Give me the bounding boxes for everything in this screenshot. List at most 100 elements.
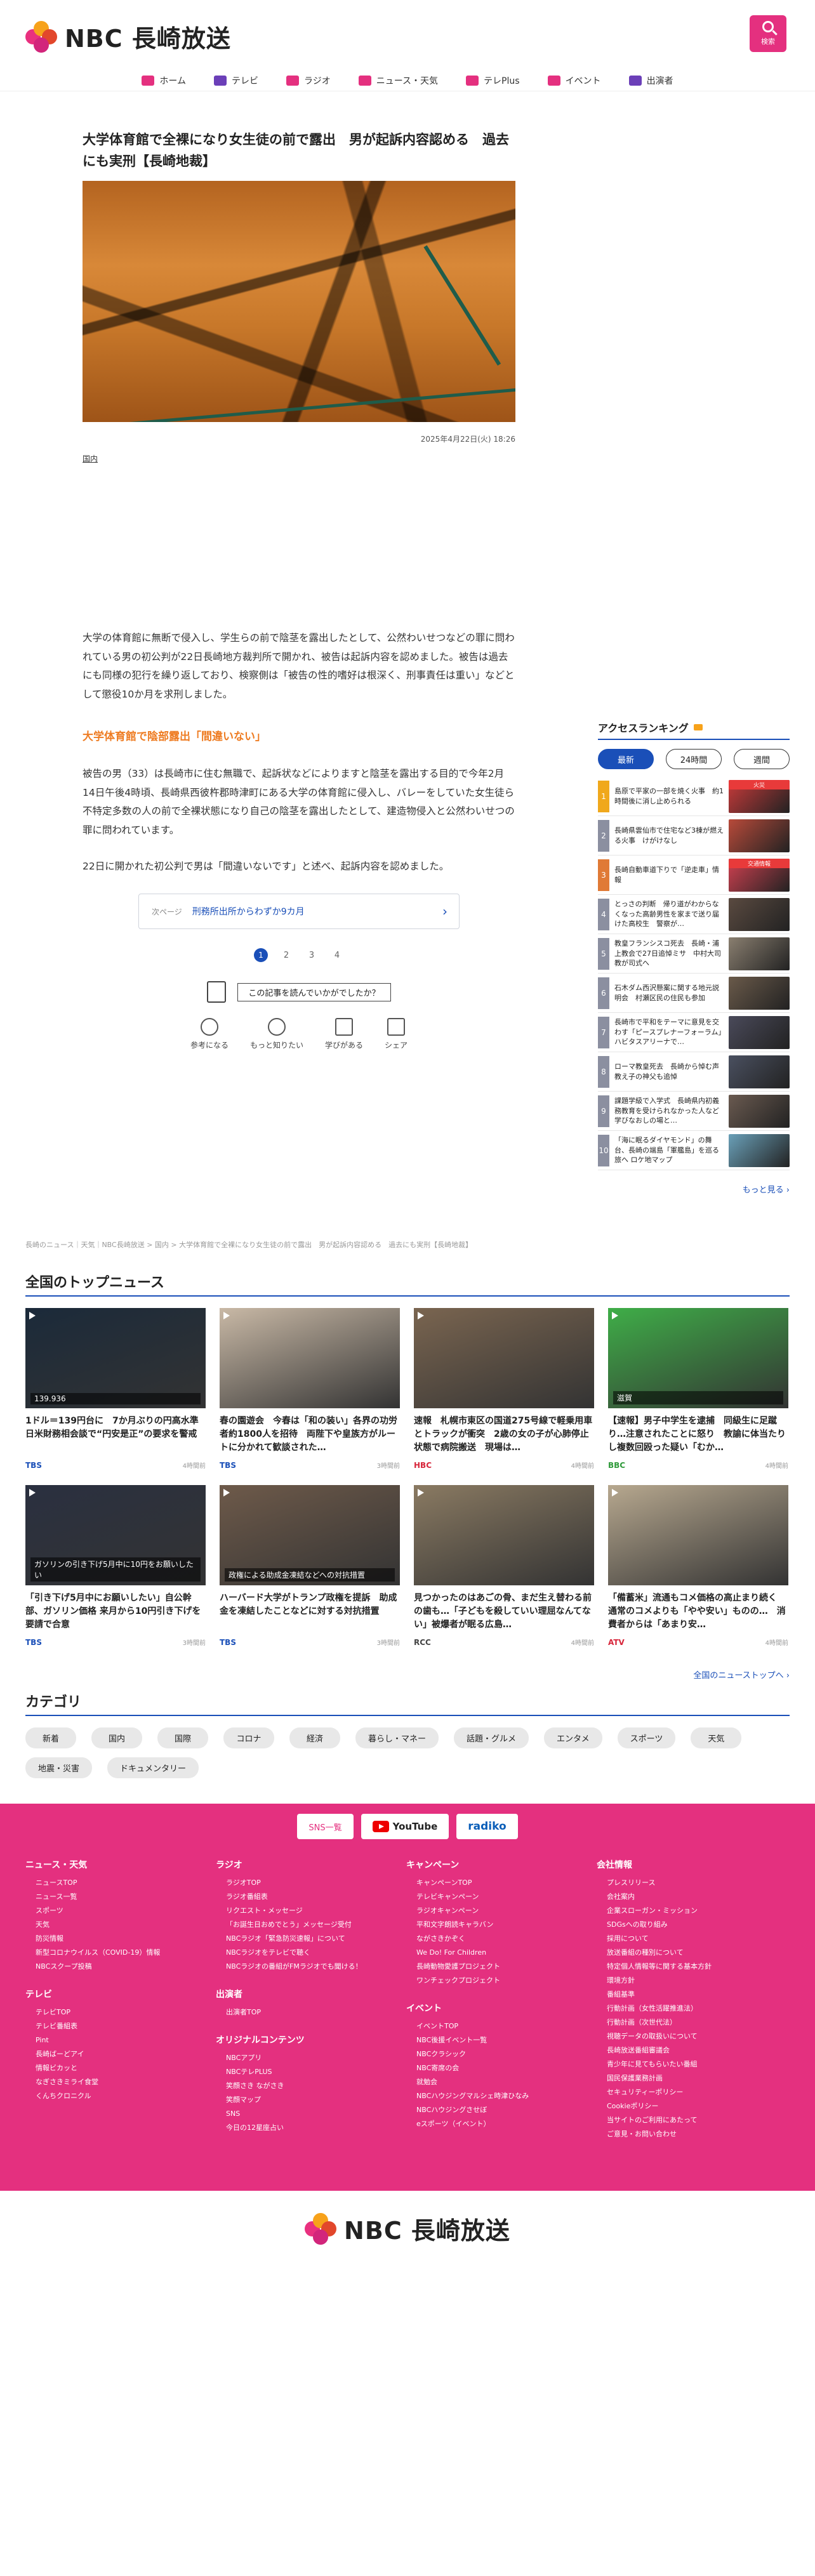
nav-item-4[interactable]: テレPlus [452,70,534,91]
footer-link[interactable]: ニュースTOP [25,1876,216,1890]
footer-link[interactable]: 行動計画（次世代法） [597,2016,787,2030]
footer-link[interactable]: 情報ビカッと [25,2061,216,2075]
footer-link[interactable]: 環境方針 [597,1974,787,1988]
page-link[interactable]: 1 [254,948,268,963]
footer-link[interactable]: NBCスクープ投稿 [25,1960,216,1974]
nav-item-1[interactable]: テレビ [200,70,272,91]
footer-link[interactable]: Cookieポリシー [597,2099,787,2113]
footer-link[interactable]: 笑顔さき ながさき [216,2079,406,2093]
footer-link[interactable]: 出演者TOP [216,2005,406,2019]
footer-link[interactable]: ラジオ番組表 [216,1890,406,1904]
category-chip[interactable]: コロナ [223,1727,274,1748]
footer-group-title[interactable]: ラジオ [216,1858,406,1871]
footer-link[interactable]: 国民保護業務計画 [597,2071,787,2085]
ranking-tab[interactable]: 24時間 [666,749,722,769]
nav-item-5[interactable]: イベント [534,70,615,91]
nav-item-6[interactable]: 出演者 [615,70,687,91]
footer-link[interactable]: 「お誕生日おめでとう」メッセージ受付 [216,1918,406,1932]
news-card[interactable]: ガソリンの引き下げ5月中に10円をお願いしたい 「引き下げ5月中にお願いしたい」自… [25,1485,206,1647]
footer-link[interactable]: 就勉会 [406,2075,597,2089]
footer-link[interactable]: テレビ番組表 [25,2019,216,2033]
youtube-button[interactable]: YouTube [361,1814,449,1839]
footer-link[interactable]: NBCクラシック [406,2047,597,2061]
ranking-item[interactable]: 4 とっさの判断 帰り道がわからなくなった高齢男性を家まで送り届けた高校生 警察が… [598,895,790,934]
category-chip[interactable]: 経済 [289,1727,340,1748]
footer-link[interactable]: 長崎放送番組審議会 [597,2044,787,2057]
all-news-link[interactable]: 全国のニューストップへ › [25,1668,790,1681]
footer-link[interactable]: NBCハウジングマルシェ時津ひなみ [406,2089,597,2103]
footer-link[interactable]: 青少年に見てもらいたい番組 [597,2057,787,2071]
ranking-item[interactable]: 6 石木ダム西沢懸案に関する地元説明会 村瀬区民の住民も参加 [598,974,790,1013]
footer-link[interactable]: スポーツ [25,1904,216,1918]
footer-group-title[interactable]: オリジナルコンテンツ [216,2033,406,2046]
page-link[interactable]: 2 [279,951,293,960]
radiko-button[interactable]: radiko [456,1814,518,1839]
footer-link[interactable]: NBCアプリ [216,2051,406,2065]
news-card[interactable]: 春の園遊会 今春は「和の装い」各界の功労者約1800人を招待 両陛下や皇族方がル… [220,1308,400,1470]
ranking-item[interactable]: 1 島原で平家の一部を焼く火事 約1時間後に消し止められる 火災 [598,777,790,816]
footer-group-title[interactable]: テレビ [25,1988,216,2000]
site-logo[interactable]: NBC 長崎放送 [25,19,231,54]
footer-link[interactable]: イベントTOP [406,2019,597,2033]
reaction-button[interactable]: もっと知りたい [250,1018,303,1050]
category-chip[interactable]: 暮らし・マネー [355,1727,439,1748]
news-card[interactable]: 「備蓄米」流通もコメ価格の高止まり続く 通常のコメよりも「やや安い」ものの… 消… [608,1485,788,1647]
ranking-tab[interactable]: 週間 [734,749,790,769]
footer-link[interactable]: 当サイトのご利用にあたって [597,2113,787,2127]
footer-link[interactable]: NBCラジオの番組がFMラジオでも聞ける！ [216,1960,406,1974]
article-genre-link[interactable]: 国内 [83,453,515,464]
footer-link[interactable]: NBCラジオ「緊急防災速報」について [216,1932,406,1946]
footer-group-title[interactable]: キャンペーン [406,1858,597,1871]
nav-item-3[interactable]: ニュース・天気 [345,70,452,91]
footer-link[interactable]: ラジオキャンペーン [406,1904,597,1918]
footer-link[interactable]: NBC後援イベント一覧 [406,2033,597,2047]
footer-link[interactable]: ワンチェックプロジェクト [406,1974,597,1988]
footer-link[interactable]: NBCラジオをテレビで聴く [216,1946,406,1960]
footer-link[interactable]: eスポーツ（イベント） [406,2117,597,2131]
footer-link[interactable]: 長崎ばーどアイ [25,2047,216,2061]
news-card[interactable]: 見つかったのはあごの骨、まだ生え替わる前の歯も…「子どもを殺していい理屈なんてな… [414,1485,594,1647]
category-chip[interactable]: スポーツ [617,1727,676,1748]
reaction-button[interactable]: 学びがある [325,1018,363,1050]
footer-link[interactable]: ニュース一覧 [25,1890,216,1904]
footer-link[interactable]: 企業スローガン・ミッション [597,1904,787,1918]
footer-link[interactable]: NBCハウジングさせぼ [406,2103,597,2117]
ranking-item[interactable]: 3 長崎自動車道下りで「逆走車」情報 交通情報 [598,855,790,895]
news-card[interactable]: 速報 札幌市東区の国道275号線で軽乗用車とトラックが衝突 2歳の女の子が心肺停… [414,1308,594,1470]
footer-link[interactable]: 防災情報 [25,1932,216,1946]
ranking-item[interactable]: 2 長崎県雲仙市で住宅など3棟が燃える火事 けがけなし [598,816,790,855]
footer-group-title[interactable]: イベント [406,2002,597,2014]
footer-link[interactable]: 行動計画（女性活躍推進法） [597,2002,787,2016]
footer-link[interactable]: ご意見・お問い合わせ [597,2127,787,2141]
news-card[interactable]: 政権による助成金凍結などへの対抗措置 ハーバード大学がトランプ政権を提訴 助成金を… [220,1485,400,1647]
nav-item-0[interactable]: ホーム [128,70,200,91]
ranking-item[interactable]: 7 長崎市で平和をテーマに意見を交わす「ピースプレナーフォーラム」ハビタスアリーナ… [598,1013,790,1052]
footer-logo[interactable]: NBC 長崎放送 [0,2211,815,2246]
nav-item-2[interactable]: ラジオ [272,70,345,91]
footer-link[interactable]: ラジオTOP [216,1876,406,1890]
category-chip[interactable]: ドキュメンタリー [107,1757,199,1778]
footer-link[interactable]: 放送番組の種別について [597,1946,787,1960]
footer-link[interactable]: NBC寄席の会 [406,2061,597,2075]
reaction-button[interactable]: 参考になる [190,1018,229,1050]
ranking-item[interactable]: 9 課題学級で入学式 長崎県内初義務教育を受けられなかった人など学びなおしの場と… [598,1092,790,1131]
footer-link[interactable]: 採用について [597,1932,787,1946]
footer-link[interactable]: プレスリリース [597,1876,787,1890]
category-chip[interactable]: 話題・グルメ [454,1727,529,1748]
page-link[interactable]: 3 [305,951,319,960]
footer-group-title[interactable]: 会社情報 [597,1858,787,1871]
footer-link[interactable]: 天気 [25,1918,216,1932]
footer-link[interactable]: We Do! For Children [406,1946,597,1960]
sns-list-button[interactable]: SNS一覧 [297,1814,354,1839]
footer-link[interactable]: SDGsへの取り組み [597,1918,787,1932]
category-chip[interactable]: 新着 [25,1727,76,1748]
footer-link[interactable]: 長崎動物愛護プロジェクト [406,1960,597,1974]
category-chip[interactable]: エンタメ [544,1727,602,1748]
news-card[interactable]: 滋賀 【速報】男子中学生を逮捕 同級生に足蹴り…注意されたことに怒り 教諭に体当た… [608,1308,788,1470]
footer-link[interactable]: 特定個人情報等に関する基本方針 [597,1960,787,1974]
footer-link[interactable]: 笑顔マップ [216,2093,406,2107]
footer-link[interactable]: Pint [25,2033,216,2047]
footer-group-title[interactable]: 出演者 [216,1988,406,2000]
footer-link[interactable]: 新型コロナウイルス（COVID-19）情報 [25,1946,216,1960]
ranking-more-link[interactable]: もっと見る › [598,1183,790,1195]
